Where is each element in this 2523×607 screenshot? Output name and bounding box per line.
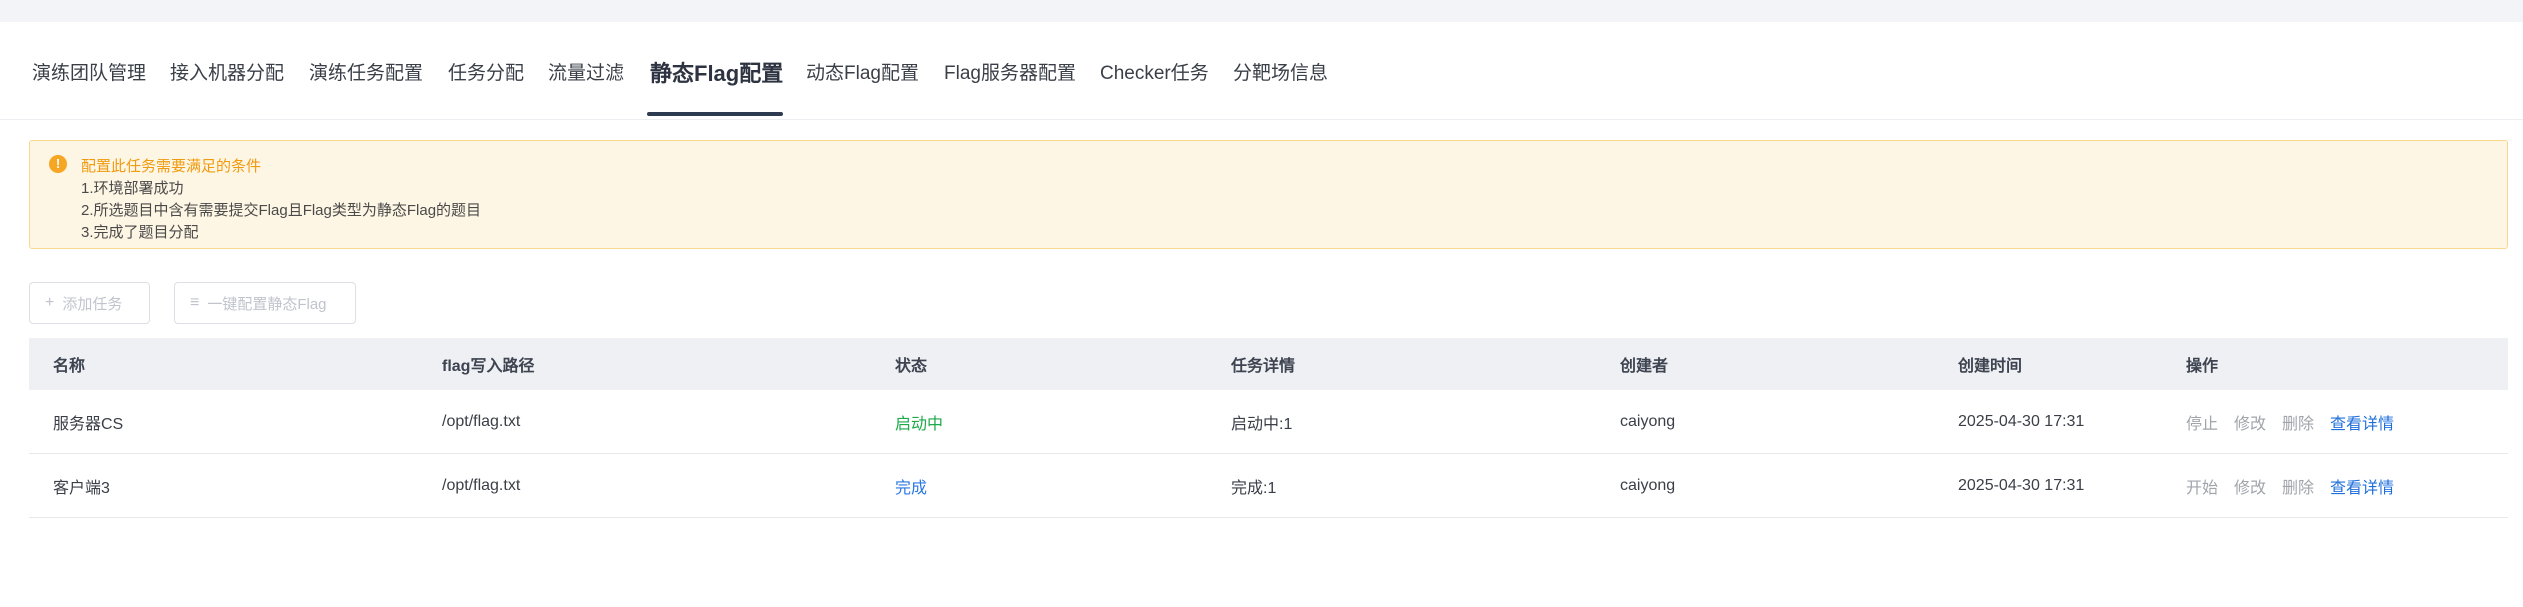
view-details-link[interactable]: 查看详情 — [2330, 410, 2394, 434]
stop-button[interactable]: 停止 — [2186, 410, 2218, 434]
edit-button[interactable]: 修改 — [2234, 410, 2266, 434]
column-header-detail: 任务详情 — [1231, 358, 1296, 375]
cell-actions: 开始 修改 删除 查看详情 — [2186, 454, 2394, 517]
cell-path: /opt/flag.txt — [442, 476, 521, 494]
plus-icon: + — [45, 294, 55, 311]
column-header-name: 名称 — [53, 358, 86, 375]
tab-team-management[interactable]: 演练团队管理 — [32, 58, 146, 98]
alert-title: 配置此任务需要满足的条件 — [81, 158, 262, 175]
tab-static-flag-config[interactable]: 静态Flag配置 — [650, 56, 783, 96]
table-header: 名称 flag写入路径 状态 任务详情 创建者 创建时间 操作 — [29, 338, 2508, 390]
column-header-path: flag写入路径 — [442, 358, 535, 375]
tab-checker-task[interactable]: Checker任务 — [1100, 58, 1209, 98]
alert-line: 3.完成了题目分配 — [81, 224, 199, 241]
cell-name: 服务器CS — [53, 415, 124, 433]
cell-detail: 完成:1 — [1231, 479, 1277, 497]
one-click-static-flag-button[interactable]: ≡ 一键配置静态Flag — [174, 282, 356, 324]
active-tab-indicator — [647, 112, 783, 116]
add-task-button[interactable]: + 添加任务 — [29, 282, 150, 324]
alert-line: 1.环境部署成功 — [81, 180, 184, 197]
tab-flag-server-config[interactable]: Flag服务器配置 — [944, 58, 1076, 98]
tab-task-config[interactable]: 演练任务配置 — [309, 58, 423, 98]
one-click-config-label: 一键配置静态Flag — [207, 295, 327, 313]
cell-detail: 启动中:1 — [1231, 415, 1293, 433]
status-badge: 完成 — [895, 479, 928, 497]
column-header-actions: 操作 — [2186, 358, 2219, 375]
table-row: 客户端3 /opt/flag.txt 完成 完成:1 caiyong 2025-… — [29, 454, 2508, 518]
column-header-creator: 创建者 — [1620, 358, 1669, 375]
cell-path: /opt/flag.txt — [442, 412, 521, 430]
column-header-created: 创建时间 — [1958, 358, 2023, 375]
cell-name: 客户端3 — [53, 479, 110, 497]
cell-created: 2025-04-30 17:31 — [1958, 412, 2085, 430]
warning-circle-icon: ! — [49, 155, 67, 173]
start-button[interactable]: 开始 — [2186, 474, 2218, 498]
delete-button[interactable]: 删除 — [2282, 410, 2314, 434]
requirements-alert: ! 配置此任务需要满足的条件 1.环境部署成功 2.所选题目中含有需要提交Fla… — [29, 140, 2508, 249]
cell-created: 2025-04-30 17:31 — [1958, 476, 2085, 494]
edit-button[interactable]: 修改 — [2234, 474, 2266, 498]
tab-range-info[interactable]: 分靶场信息 — [1233, 58, 1328, 98]
tab-dynamic-flag-config[interactable]: 动态Flag配置 — [806, 58, 919, 98]
cell-creator: caiyong — [1620, 412, 1676, 430]
main-card: 演练团队管理 接入机器分配 演练任务配置 任务分配 流量过滤 静态Flag配置 … — [0, 22, 2523, 607]
cell-creator: caiyong — [1620, 476, 1676, 494]
view-details-link[interactable]: 查看详情 — [2330, 474, 2394, 498]
alert-line: 2.所选题目中含有需要提交Flag且Flag类型为静态Flag的题目 — [81, 202, 482, 219]
static-flag-table: 名称 flag写入路径 状态 任务详情 创建者 创建时间 操作 服务器CS /o… — [29, 338, 2508, 518]
status-badge: 启动中 — [895, 415, 944, 433]
tab-machine-assignment[interactable]: 接入机器分配 — [170, 58, 284, 98]
column-header-status: 状态 — [895, 358, 928, 375]
add-task-label: 添加任务 — [62, 295, 123, 313]
tab-bar: 演练团队管理 接入机器分配 演练任务配置 任务分配 流量过滤 静态Flag配置 … — [0, 22, 2523, 120]
cell-actions: 停止 修改 删除 查看详情 — [2186, 390, 2394, 453]
table-row: 服务器CS /opt/flag.txt 启动中 启动中:1 caiyong 20… — [29, 390, 2508, 454]
tab-traffic-filter[interactable]: 流量过滤 — [548, 58, 624, 98]
tab-task-assignment[interactable]: 任务分配 — [448, 58, 524, 98]
delete-button[interactable]: 删除 — [2282, 474, 2314, 498]
list-icon: ≡ — [190, 294, 200, 311]
